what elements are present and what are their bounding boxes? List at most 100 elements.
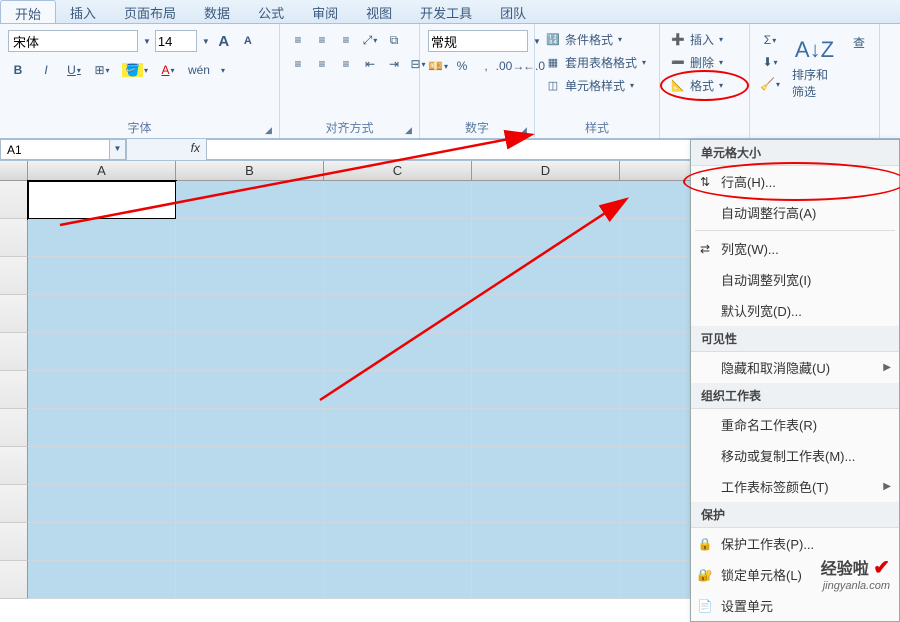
- grow-font-button[interactable]: A: [214, 31, 234, 51]
- row-header[interactable]: [0, 485, 28, 523]
- select-all-corner[interactable]: [0, 161, 28, 180]
- cell-style-label: 单元格样式: [565, 77, 625, 94]
- font-size-select[interactable]: [155, 30, 197, 52]
- dialog-launcher-icon[interactable]: ◢: [405, 125, 415, 135]
- insert-icon: ➕: [670, 32, 686, 48]
- chevron-down-icon[interactable]: ▼: [143, 37, 151, 46]
- italic-button[interactable]: I: [36, 60, 56, 80]
- orientation-button[interactable]: ⤢▾: [360, 30, 380, 50]
- submenu-arrow-icon: ▶: [883, 362, 891, 373]
- group-styles: 🔢 条件格式▾ ▦ 套用表格格式▾ ◫ 单元格样式▾ 样式: [535, 24, 660, 138]
- align-middle-button[interactable]: ≡: [312, 30, 332, 50]
- cell-style-button[interactable]: ◫ 单元格样式▾: [543, 74, 651, 97]
- clear-button[interactable]: 🧹▾: [758, 74, 782, 94]
- conditional-format-icon: 🔢: [545, 32, 561, 48]
- dialog-launcher-icon[interactable]: ◢: [520, 125, 530, 135]
- font-color-button[interactable]: A▾: [158, 60, 178, 80]
- row-header[interactable]: [0, 447, 28, 485]
- comma-button[interactable]: ,: [476, 56, 496, 76]
- menu-autofit-row[interactable]: 自动调整行高(A): [691, 197, 899, 228]
- align-left-button[interactable]: ≡: [288, 54, 308, 74]
- menu-section-cellsize: 单元格大小: [691, 140, 899, 166]
- row-header[interactable]: [0, 219, 28, 257]
- group-align-label: 对齐方式: [280, 119, 419, 136]
- group-cells: ➕ 插入▾ ➖ 删除▾ 📐 格式▾: [660, 24, 750, 138]
- row-header[interactable]: [0, 523, 28, 561]
- tab-developer[interactable]: 开发工具: [406, 0, 486, 23]
- menu-col-width[interactable]: ⇄ 列宽(W)...: [691, 233, 899, 264]
- menu-section-protect: 保护: [691, 502, 899, 528]
- insert-cells-button[interactable]: ➕ 插入▾: [668, 28, 741, 51]
- tab-home[interactable]: 开始: [0, 0, 56, 23]
- format-cells-button[interactable]: 📐 格式▾: [668, 74, 741, 97]
- row-header[interactable]: [0, 181, 28, 219]
- sort-filter-button[interactable]: A↓Z 排序和筛选: [786, 30, 843, 104]
- col-header-a[interactable]: A: [28, 161, 176, 180]
- ribbon: ▼ ▼ A A B I U▾ ⊞▾ 🪣▾ A▾ wén▾ 字体 ◢ ≡ ≡ ≡ …: [0, 24, 900, 139]
- phonetic-button[interactable]: wén: [186, 60, 212, 80]
- delete-icon: ➖: [670, 55, 686, 71]
- row-header[interactable]: [0, 257, 28, 295]
- tab-view[interactable]: 视图: [352, 0, 406, 23]
- menu-autofit-col[interactable]: 自动调整列宽(I): [691, 264, 899, 295]
- menu-rename-sheet[interactable]: 重命名工作表(R): [691, 409, 899, 440]
- delete-cells-button[interactable]: ➖ 删除▾: [668, 51, 741, 74]
- tab-review[interactable]: 审阅: [298, 0, 352, 23]
- row-header[interactable]: [0, 561, 28, 599]
- percent-button[interactable]: %: [452, 56, 472, 76]
- currency-button[interactable]: 💴▾: [428, 56, 448, 76]
- tab-page-layout[interactable]: 页面布局: [110, 0, 190, 23]
- tab-insert[interactable]: 插入: [56, 0, 110, 23]
- conditional-format-button[interactable]: 🔢 条件格式▾: [543, 28, 651, 51]
- align-bottom-button[interactable]: ≡: [336, 30, 356, 50]
- menu-hide-unhide[interactable]: 隐藏和取消隐藏(U)▶: [691, 352, 899, 383]
- decrease-indent-button[interactable]: ⇤: [360, 54, 380, 74]
- group-font-label: 字体: [0, 119, 279, 136]
- dialog-launcher-icon[interactable]: ◢: [265, 125, 275, 135]
- bold-button[interactable]: B: [8, 60, 28, 80]
- row-header[interactable]: [0, 409, 28, 447]
- delete-label: 删除: [690, 54, 714, 71]
- menu-move-copy-sheet[interactable]: 移动或复制工作表(M)...: [691, 440, 899, 471]
- autosum-button[interactable]: Σ▾: [758, 30, 782, 50]
- fill-button[interactable]: ⬇▾: [758, 52, 782, 72]
- col-header-c[interactable]: C: [324, 161, 472, 180]
- col-header-d[interactable]: D: [472, 161, 620, 180]
- row-header[interactable]: [0, 333, 28, 371]
- font-name-select[interactable]: [8, 30, 138, 52]
- wrap-text-button[interactable]: ⧉: [384, 30, 404, 50]
- col-header-b[interactable]: B: [176, 161, 324, 180]
- table-format-button[interactable]: ▦ 套用表格格式▾: [543, 51, 651, 74]
- group-number: ▼ 💴▾ % , .00→ ←.0 数字 ◢: [420, 24, 535, 138]
- menu-row-height[interactable]: ⇅ 行高(H)...: [691, 166, 899, 197]
- menu-format-cells[interactable]: 📄 设置单元: [691, 590, 899, 621]
- menu-default-width[interactable]: 默认列宽(D)...: [691, 295, 899, 326]
- tab-team[interactable]: 团队: [486, 0, 540, 23]
- name-box[interactable]: [0, 139, 110, 160]
- borders-button[interactable]: ⊞▾: [92, 60, 112, 80]
- increase-indent-button[interactable]: ⇥: [384, 54, 404, 74]
- tab-data[interactable]: 数据: [190, 0, 244, 23]
- group-number-label: 数字: [420, 119, 534, 136]
- fx-label[interactable]: fx: [126, 139, 206, 160]
- tab-formulas[interactable]: 公式: [244, 0, 298, 23]
- group-styles-label: 样式: [535, 119, 659, 136]
- shrink-font-button[interactable]: A: [238, 31, 258, 51]
- group-font: ▼ ▼ A A B I U▾ ⊞▾ 🪣▾ A▾ wén▾ 字体 ◢: [0, 24, 280, 138]
- align-right-button[interactable]: ≡: [336, 54, 356, 74]
- align-top-button[interactable]: ≡: [288, 30, 308, 50]
- row-header[interactable]: [0, 371, 28, 409]
- underline-button[interactable]: U▾: [64, 60, 84, 80]
- find-button[interactable]: 查: [847, 30, 871, 55]
- increase-decimal-button[interactable]: .00→: [500, 56, 520, 76]
- checkmark-icon: ✔: [873, 557, 890, 579]
- name-box-dropdown[interactable]: ▼: [110, 139, 126, 160]
- number-format-select[interactable]: [428, 30, 528, 52]
- align-center-button[interactable]: ≡: [312, 54, 332, 74]
- menu-tab-color[interactable]: 工作表标签颜色(T)▶: [691, 471, 899, 502]
- row-header[interactable]: [0, 295, 28, 333]
- fill-color-button[interactable]: 🪣▾: [120, 60, 150, 80]
- chevron-down-icon[interactable]: ▼: [202, 37, 210, 46]
- cell-style-icon: ◫: [545, 78, 561, 94]
- sort-filter-icon: A↓Z: [798, 34, 830, 66]
